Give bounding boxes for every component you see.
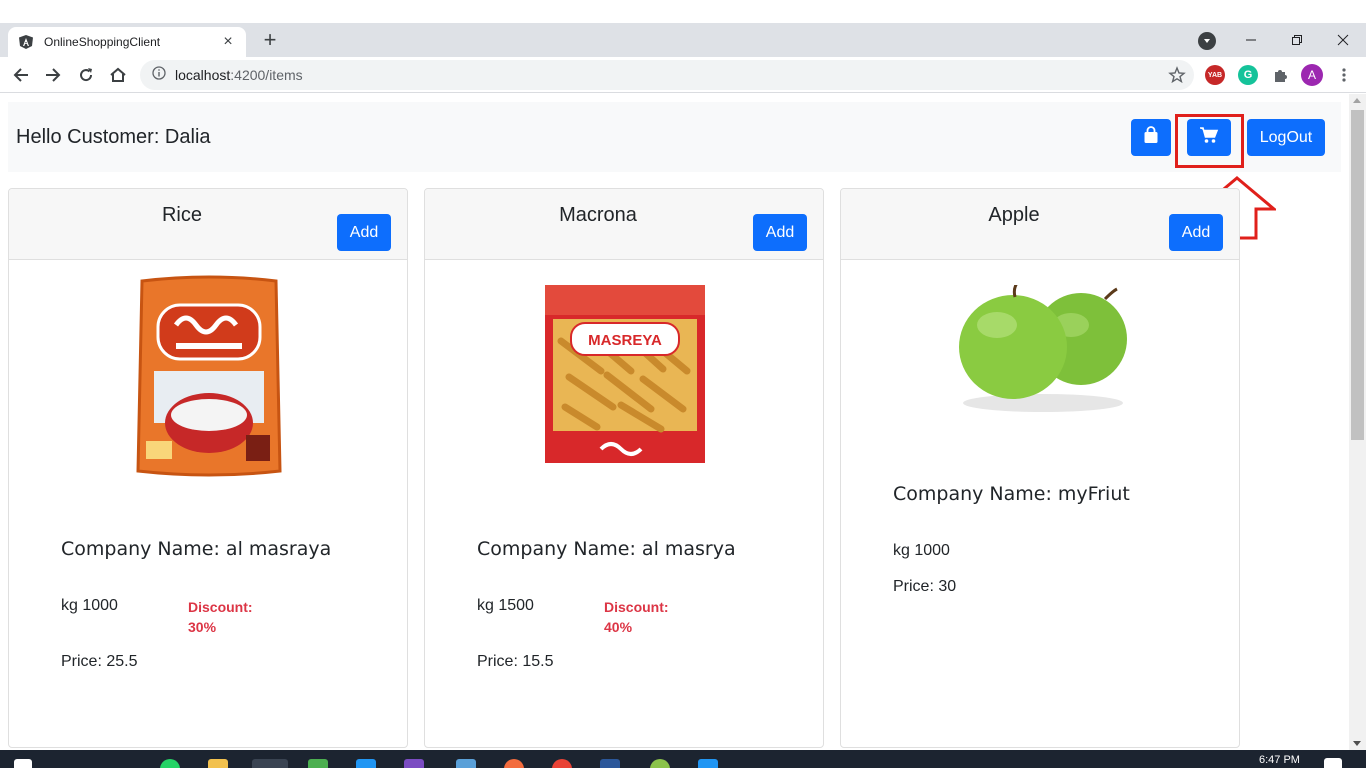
word-icon[interactable] (600, 759, 620, 768)
shopping-bag-icon (1143, 126, 1159, 149)
scroll-down-icon[interactable] (1353, 741, 1361, 746)
product-card: Apple Add Company Name: myFriut kg 1000 … (840, 188, 1240, 748)
discount-label: Discount: (188, 599, 253, 615)
new-tab-button[interactable]: + (258, 29, 282, 53)
extensions-puzzle-icon[interactable] (1270, 65, 1290, 85)
add-to-cart-button[interactable]: Add (1169, 214, 1223, 251)
orders-button[interactable] (1131, 119, 1171, 156)
app-navbar: Hello Customer: Dalia LogOut (8, 102, 1341, 172)
company-name: Company Name: al masrya (477, 538, 736, 560)
scroll-up-icon[interactable] (1353, 98, 1361, 103)
weight-text: kg 1500 (477, 597, 534, 614)
reload-icon[interactable] (74, 63, 98, 87)
bookmark-star-icon[interactable] (1168, 66, 1186, 84)
forward-icon[interactable] (41, 63, 65, 87)
file-explorer-icon[interactable] (208, 759, 228, 768)
discount-badge: Discount: 30% (188, 597, 268, 637)
windows-start-icon[interactable] (14, 759, 32, 768)
company-name: Company Name: myFriut (893, 483, 1130, 505)
browser-tab-bar: OnlineShoppingClient × + (0, 23, 1366, 57)
card-header: Macrona Add (425, 189, 823, 260)
weight-text: kg 1000 (61, 597, 118, 614)
visual-studio-icon[interactable] (404, 759, 424, 768)
cart-highlight-box (1175, 114, 1244, 168)
home-icon[interactable] (106, 63, 130, 87)
discount-badge: Discount: 40% (604, 597, 684, 637)
page-scrollbar[interactable] (1349, 94, 1366, 750)
page-viewport: Hello Customer: Dalia LogOut Rice Add Co… (0, 94, 1349, 750)
product-card: Macrona Add MASREYA Company Name: al mas… (424, 188, 824, 748)
profile-avatar[interactable]: A (1301, 64, 1323, 86)
logout-button[interactable]: LogOut (1247, 119, 1325, 156)
browser-toolbar: localhost:4200/items YAB G A (0, 57, 1366, 93)
address-bar[interactable]: localhost:4200/items (140, 60, 1194, 90)
greeting-text: Hello Customer: Dalia (16, 126, 211, 148)
add-to-cart-button[interactable]: Add (753, 214, 807, 251)
site-info-icon[interactable] (152, 65, 166, 85)
app-taskbar-icon[interactable] (552, 759, 572, 768)
pasta-brand-text: MASREYA (588, 332, 662, 349)
whatsapp-icon[interactable] (160, 759, 180, 768)
app-taskbar-icon[interactable] (456, 759, 476, 768)
discount-value: 30% (188, 619, 217, 635)
vscode-icon[interactable] (356, 759, 376, 768)
windows-taskbar: 6:47 PM (0, 750, 1366, 768)
price-text: Price: 25.5 (61, 653, 138, 670)
notifications-icon[interactable] (1324, 758, 1342, 768)
rice-package-image (136, 275, 282, 482)
tab-title: OnlineShoppingClient (44, 35, 161, 49)
weight-text: kg 1000 (893, 542, 950, 559)
add-to-cart-button[interactable]: Add (337, 214, 391, 251)
app-taskbar-icon[interactable] (308, 759, 328, 768)
close-window-button[interactable] (1320, 23, 1366, 57)
app-taskbar-icon[interactable] (504, 759, 524, 768)
chrome-taskbar-icon[interactable] (252, 759, 288, 768)
discount-label: Discount: (604, 599, 669, 615)
product-name: Macrona (559, 204, 637, 226)
app-taskbar-icon[interactable] (698, 759, 718, 768)
browser-menu-icon[interactable] (1334, 65, 1354, 85)
window-top-strip (0, 0, 1366, 23)
close-tab-icon[interactable]: × (220, 34, 236, 50)
minimize-button[interactable] (1228, 23, 1274, 57)
product-name: Apple (988, 204, 1040, 226)
taskbar-clock: 6:47 PM (1259, 754, 1300, 766)
card-header: Apple Add (841, 189, 1239, 260)
discount-value: 40% (604, 619, 633, 635)
company-name: Company Name: al masraya (61, 538, 332, 560)
back-icon[interactable] (9, 63, 33, 87)
grammarly-extension-icon[interactable]: G (1238, 65, 1258, 85)
angular-icon (18, 34, 34, 50)
product-name: Rice (161, 204, 202, 226)
tab-search-icon[interactable] (1198, 32, 1216, 50)
scroll-thumb[interactable] (1351, 110, 1364, 440)
app-taskbar-icon[interactable] (650, 759, 670, 768)
card-header: Rice Add (9, 189, 407, 260)
url-path: :4200/items (230, 67, 303, 83)
restore-button[interactable] (1274, 23, 1320, 57)
yab-extension-icon[interactable]: YAB (1205, 65, 1225, 85)
price-text: Price: 15.5 (477, 653, 554, 670)
product-card: Rice Add Company Name: al masraya kg 100… (8, 188, 408, 748)
url-host: localhost (175, 67, 231, 83)
price-text: Price: 30 (893, 578, 957, 595)
green-apples-image (953, 282, 1131, 420)
pasta-package-image: MASREYA (541, 281, 709, 472)
browser-tab[interactable]: OnlineShoppingClient × (8, 27, 246, 57)
